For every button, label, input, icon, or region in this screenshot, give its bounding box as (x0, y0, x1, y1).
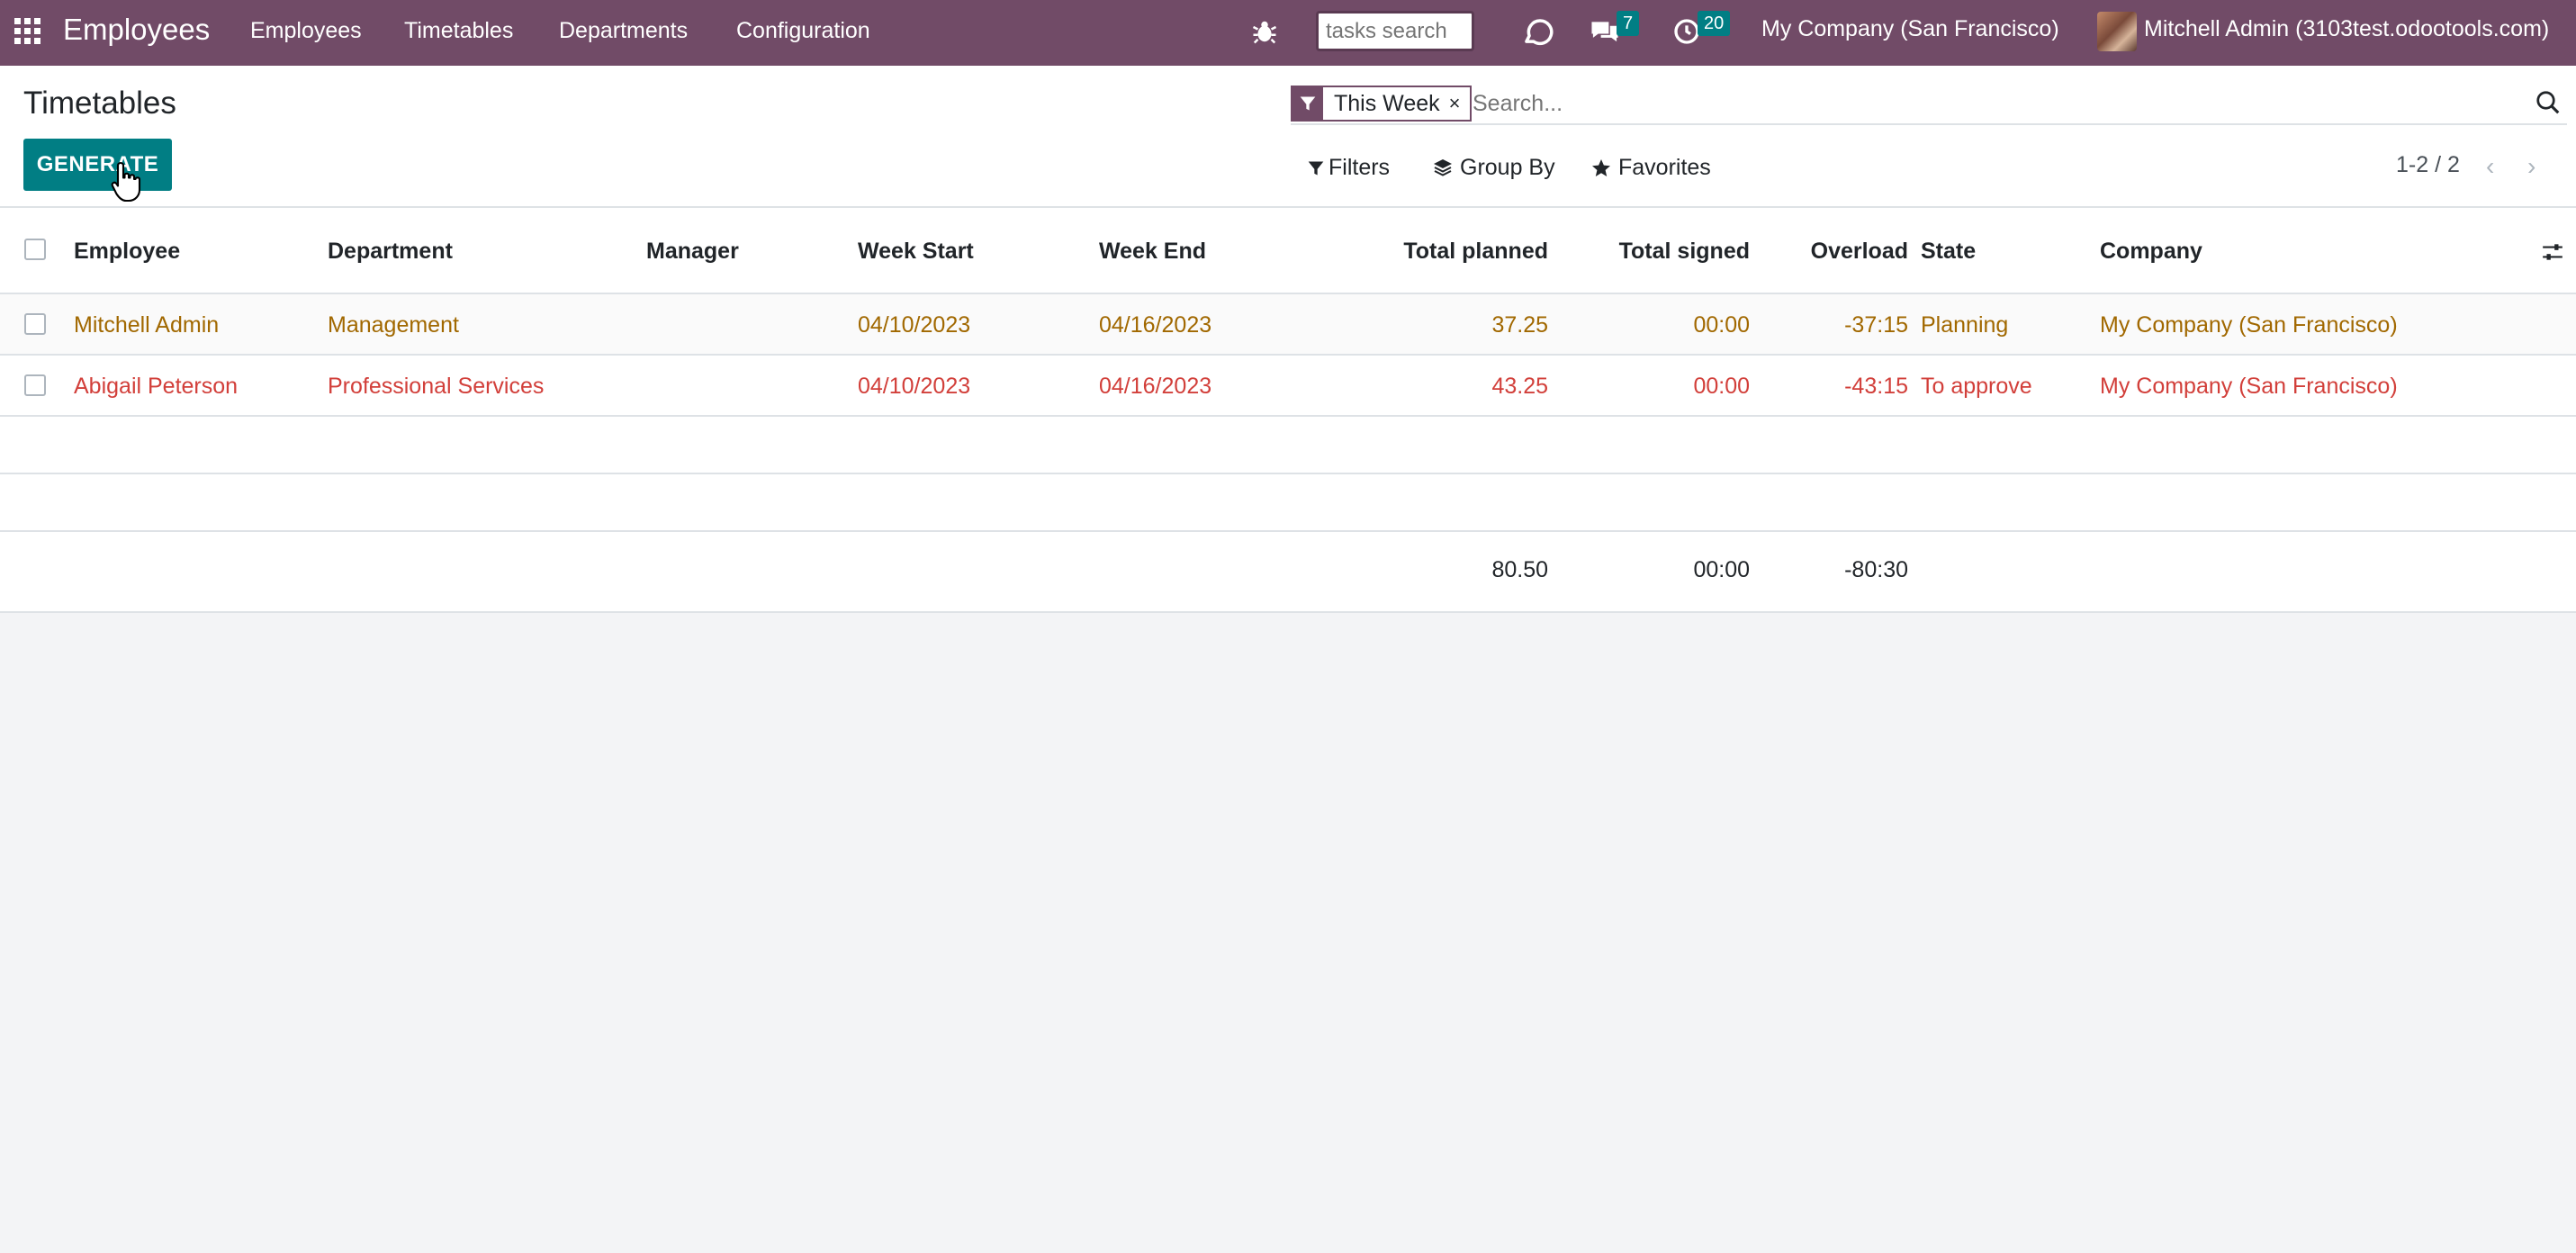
total-planned-sum: 80.50 (1491, 557, 1548, 582)
column-header-state[interactable]: State (1921, 239, 1976, 265)
column-header-company[interactable]: Company (2100, 239, 2202, 265)
activities-count-badge: 20 (1698, 11, 1731, 36)
filters-button[interactable]: Filters (1307, 155, 1390, 181)
layers-icon (1434, 158, 1452, 176)
column-header-employee[interactable]: Employee (74, 239, 180, 265)
filters-label: Filters (1329, 155, 1391, 180)
discuss-refresh-icon[interactable] (1519, 14, 1554, 49)
table-totals-row: 80.50 00:00 -80:30 (0, 532, 2576, 613)
column-header-total-planned[interactable]: Total planned (1332, 239, 1548, 265)
app-grid-icon[interactable] (14, 18, 43, 47)
cell-employee: Abigail Peterson (74, 374, 239, 399)
group-by-label: Group By (1460, 155, 1555, 180)
cell-overload: -43:15 (1844, 374, 1908, 399)
column-header-week-end[interactable]: Week End (1099, 239, 1206, 265)
search-facet: This Week × (1291, 86, 1472, 122)
favorites-button[interactable]: Favorites (1590, 155, 1711, 181)
debug-bug-icon[interactable] (1251, 18, 1278, 45)
column-header-manager[interactable]: Manager (646, 239, 739, 265)
filter-icon (1308, 161, 1324, 175)
cell-week-start: 04/10/2023 (858, 374, 971, 399)
column-header-week-start[interactable]: Week Start (858, 239, 974, 265)
optional-columns-icon[interactable] (2540, 240, 2565, 264)
pager-next-icon[interactable]: › (2527, 152, 2535, 181)
cell-state: Planning (1921, 312, 2009, 338)
column-header-overload[interactable]: Overload (1692, 239, 1908, 265)
generate-button[interactable]: GENERATE (23, 139, 172, 191)
cell-company: My Company (San Francisco) (2100, 312, 2398, 338)
filter-facet-icon (1293, 87, 1323, 120)
cell-week-end: 04/16/2023 (1099, 374, 1212, 399)
search-bar: This Week × (1291, 80, 2567, 125)
facet-label: This Week (1334, 90, 1440, 116)
menu-configuration[interactable]: Configuration (736, 18, 870, 44)
user-menu[interactable]: Mitchell Admin (3103test.odootools.com) (2144, 16, 2549, 42)
cell-overload: -37:15 (1844, 312, 1908, 338)
company-switcher[interactable]: My Company (San Francisco) (1761, 16, 2059, 42)
search-input[interactable] (1471, 87, 2461, 120)
page-title: Timetables (23, 86, 176, 121)
cell-total-planned: 43.25 (1491, 374, 1548, 399)
menu-timetables[interactable]: Timetables (404, 18, 513, 44)
overload-sum: -80:30 (1844, 557, 1908, 582)
row-checkbox[interactable] (24, 313, 46, 335)
cell-week-start: 04/10/2023 (858, 312, 971, 338)
pager-previous-icon[interactable]: ‹ (2486, 152, 2494, 181)
row-checkbox[interactable] (24, 374, 46, 396)
facet-remove-button[interactable]: × (1449, 92, 1470, 115)
select-all-checkbox[interactable] (24, 239, 46, 260)
hand-pointer-icon (111, 161, 141, 203)
group-by-button[interactable]: Group By (1431, 155, 1555, 181)
cell-department: Management (328, 312, 459, 338)
app-brand[interactable]: Employees (63, 13, 210, 47)
menu-departments[interactable]: Departments (559, 18, 688, 44)
timetables-list: Employee Department Manager Week Start W… (0, 208, 2576, 613)
cell-employee: Mitchell Admin (74, 312, 220, 338)
messages-count-badge: 7 (1617, 11, 1640, 36)
table-row[interactable]: Mitchell Admin Management 04/10/2023 04/… (0, 294, 2576, 356)
table-row[interactable]: Abigail Peterson Professional Services 0… (0, 356, 2576, 417)
cell-state: To approve (1921, 374, 2032, 399)
pager-value[interactable]: 1-2 / 2 (2396, 152, 2460, 178)
empty-row (0, 417, 2576, 474)
cell-total-planned: 37.25 (1491, 312, 1548, 338)
cell-company: My Company (San Francisco) (2100, 374, 2398, 399)
cell-week-end: 04/16/2023 (1099, 312, 1212, 338)
menu-employees[interactable]: Employees (250, 18, 362, 44)
table-header-row: Employee Department Manager Week Start W… (0, 208, 2576, 294)
cell-department: Professional Services (328, 374, 545, 399)
star-icon (1592, 158, 1610, 176)
tasks-search-input[interactable] (1316, 11, 1474, 51)
empty-row (0, 474, 2576, 532)
search-icon[interactable] (2535, 89, 2562, 116)
top-navbar: Employees Employees Timetables Departmen… (0, 0, 2576, 66)
column-header-department[interactable]: Department (328, 239, 453, 265)
user-avatar[interactable] (2097, 12, 2137, 51)
control-panel: Timetables GENERATE This Week × Filters … (0, 66, 2576, 208)
favorites-label: Favorites (1618, 155, 1711, 180)
